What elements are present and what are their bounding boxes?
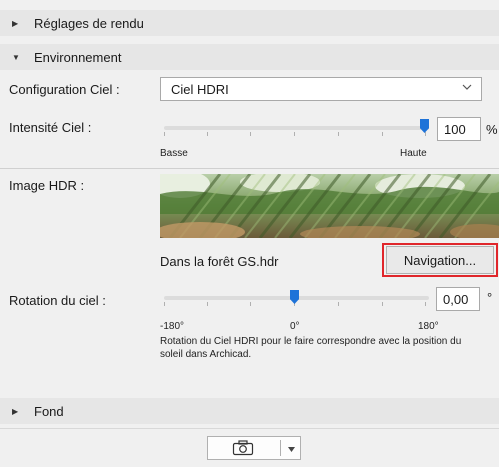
slider-tick <box>207 302 208 306</box>
sky-rotation-label: Rotation du ciel : <box>9 293 106 308</box>
toolbar-separator <box>280 440 281 456</box>
hdr-image-label: Image HDR : <box>9 178 85 193</box>
slider-tick <box>382 132 383 136</box>
chevron-down-icon <box>461 81 473 96</box>
triangle-down-icon: ▼ <box>12 52 20 62</box>
sky-intensity-slider-track[interactable] <box>164 126 429 130</box>
slider-tick <box>338 132 339 136</box>
slider-tick <box>164 302 165 306</box>
triangle-right-icon: ▶ <box>12 406 19 416</box>
hdr-preview-image <box>160 174 499 238</box>
sky-intensity-max-label: Haute <box>400 148 427 159</box>
sky-intensity-min-label: Basse <box>160 148 188 159</box>
slider-tick <box>425 132 426 136</box>
highlight-box <box>382 243 498 277</box>
slider-tick <box>294 132 295 136</box>
sky-rotation-unit: ° <box>487 290 493 305</box>
sky-intensity-label: Intensité Ciel : <box>9 120 92 135</box>
slider-tick <box>425 302 426 306</box>
section-background-label: Fond <box>34 403 64 419</box>
sky-rotation-input[interactable]: 0,00 <box>436 287 480 311</box>
sky-config-value: Ciel HDRI <box>171 81 229 97</box>
sky-intensity-unit: % <box>486 122 498 137</box>
camera-dropdown[interactable] <box>283 438 299 458</box>
slider-tick <box>250 132 251 136</box>
sky-rotation-help-line2: soleil dans Archicad. <box>160 349 252 360</box>
sky-rotation-min-tick: -180° <box>160 321 185 332</box>
chevron-down-icon <box>287 442 296 457</box>
hdr-filename: Dans la forêt GS.hdr <box>160 254 279 269</box>
slider-tick <box>250 302 251 306</box>
camera-icon <box>232 440 254 459</box>
slider-tick <box>382 302 383 306</box>
section-render-settings[interactable]: ▶ Réglages de rendu <box>0 10 499 36</box>
slider-tick <box>338 302 339 306</box>
sky-rotation-max-tick: 180° <box>418 321 439 332</box>
sky-config-select[interactable]: Ciel HDRI <box>160 77 482 101</box>
sky-intensity-input[interactable]: 100 <box>437 117 481 141</box>
sky-intensity-slider-thumb[interactable] <box>420 119 429 133</box>
section-background[interactable]: ▶ Fond <box>0 398 499 424</box>
sky-rotation-slider-thumb[interactable] <box>290 290 299 304</box>
slider-tick <box>207 132 208 136</box>
sky-rotation-help-line1: Rotation du Ciel HDRI pour le faire corr… <box>160 336 462 347</box>
divider <box>0 168 499 169</box>
section-render-settings-label: Réglages de rendu <box>34 15 144 31</box>
sky-rotation-mid-tick: 0° <box>290 321 300 332</box>
section-environment[interactable]: ▼ Environnement <box>0 44 499 70</box>
slider-tick <box>164 132 165 136</box>
triangle-right-icon: ▶ <box>12 18 19 28</box>
sky-config-label: Configuration Ciel : <box>9 82 120 97</box>
section-environment-label: Environnement <box>34 49 122 65</box>
